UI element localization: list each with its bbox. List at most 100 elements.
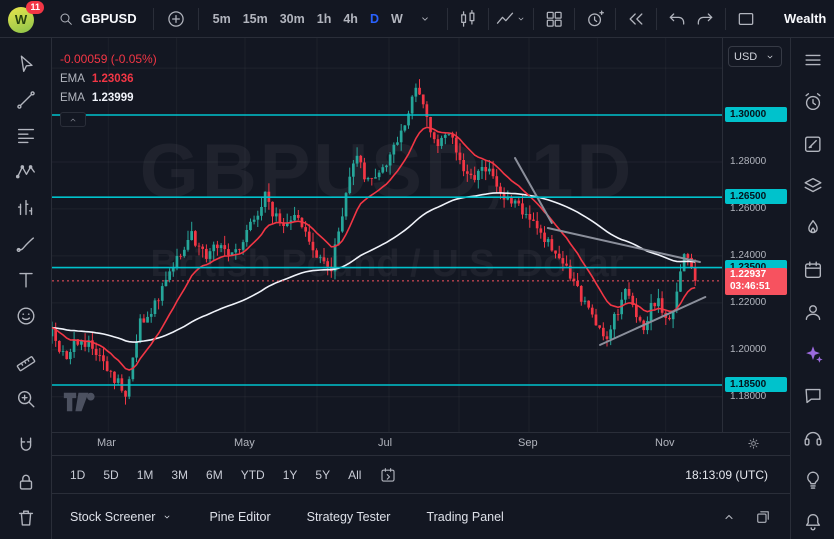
legend-collapse-button[interactable] — [60, 112, 86, 127]
fullscreen-button[interactable] — [732, 5, 760, 33]
range-5Y[interactable]: 5Y — [307, 464, 338, 486]
interval-D[interactable]: D — [364, 6, 385, 32]
panel-layers[interactable] — [798, 172, 828, 200]
tool-lock[interactable] — [9, 468, 43, 496]
range-3M[interactable]: 3M — [163, 464, 196, 486]
price-label: 1.22000 — [730, 297, 766, 308]
panel-calendar[interactable] — [798, 256, 828, 284]
replay-button[interactable] — [622, 5, 650, 33]
layers-icon — [802, 175, 824, 197]
panel-flame[interactable] — [798, 214, 828, 242]
symbol-search-button[interactable]: GBPUSD — [50, 7, 145, 31]
level-price-label: 1.30000 — [725, 107, 787, 122]
axis-settings-button[interactable] — [746, 436, 761, 451]
redo-button[interactable] — [691, 5, 719, 33]
price-change-text: -0.00059 (-0.05%) — [60, 52, 157, 66]
restore-panel-button[interactable] — [754, 508, 772, 526]
time-label: Sep — [518, 437, 538, 449]
app-logo[interactable]: W 11 — [8, 4, 38, 34]
tab-pine-editor[interactable]: Pine Editor — [209, 510, 270, 524]
interval-30m[interactable]: 30m — [274, 6, 311, 32]
alert-clock-button[interactable] — [581, 5, 609, 33]
tool-cursor[interactable] — [9, 50, 43, 78]
sparkle-icon — [802, 343, 824, 365]
tool-fib-retracement[interactable] — [9, 122, 43, 150]
range-1M[interactable]: 1M — [129, 464, 162, 486]
time-axis[interactable]: MarMayJulSepNov — [52, 432, 790, 455]
range-5D[interactable]: 5D — [95, 464, 126, 486]
tab-label: Trading Panel — [426, 510, 503, 524]
trend-line-icon — [15, 89, 37, 111]
range-1D[interactable]: 1D — [62, 464, 93, 486]
expand-panel-button[interactable] — [720, 508, 738, 526]
go-to-date-button[interactable] — [379, 466, 397, 484]
toolbar-separator — [198, 8, 199, 30]
tool-emoji[interactable] — [9, 302, 43, 330]
tool-xabcd-pattern[interactable] — [9, 158, 43, 186]
plus-circle-icon — [166, 9, 186, 29]
tool-trend-line[interactable] — [9, 86, 43, 114]
tool-bars-pattern[interactable] — [9, 194, 43, 222]
tool-zoom[interactable] — [9, 385, 43, 413]
indicator-row[interactable]: EMA1.23036 — [60, 73, 157, 85]
panel-bulb[interactable] — [798, 466, 828, 494]
compare-add-button[interactable] — [162, 5, 190, 33]
level-price-label: 1.26500 — [725, 189, 787, 204]
price-label: 1.20000 — [730, 344, 766, 355]
panel-notes[interactable] — [798, 130, 828, 158]
panel-menu[interactable] — [798, 46, 828, 74]
chevron-up-icon — [720, 508, 738, 526]
toolbar-separator — [533, 8, 534, 30]
range-YTD[interactable]: YTD — [233, 464, 273, 486]
tool-brush[interactable] — [9, 230, 43, 258]
price-axis[interactable]: USD 1.280001.260001.240001.220001.200001… — [722, 38, 790, 432]
range-1Y[interactable]: 1Y — [275, 464, 306, 486]
tool-text[interactable] — [9, 266, 43, 294]
tool-magnet[interactable] — [9, 432, 43, 460]
price-label: 1.18000 — [730, 391, 766, 402]
indicator-label: EMA — [60, 73, 85, 85]
candles-button[interactable] — [454, 5, 482, 33]
layout-grid-icon — [544, 9, 564, 29]
chevron-down-icon — [161, 511, 173, 523]
tradingview-logo-icon[interactable] — [62, 392, 98, 412]
interval-4h[interactable]: 4h — [337, 6, 364, 32]
tab-label: Stock Screener — [70, 510, 155, 524]
chart-area[interactable]: GBPUSD, 1D British Pound / U.S. Dollar -… — [52, 38, 790, 455]
panel-alarm-clock[interactable] — [798, 88, 828, 116]
bell-icon — [802, 511, 824, 533]
chart-legend: -0.00059 (-0.05%) EMA1.23036 EMA1.23999 — [60, 52, 157, 127]
tab-trading-panel[interactable]: Trading Panel — [426, 510, 503, 524]
intervals-dropdown-button[interactable] — [411, 5, 439, 33]
toolbar-separator — [447, 8, 448, 30]
indicator-row[interactable]: EMA1.23999 — [60, 92, 157, 104]
panel-sparkle[interactable] — [798, 340, 828, 368]
panel-bell[interactable] — [798, 508, 828, 536]
magnet-icon — [15, 435, 37, 457]
panel-chat[interactable] — [798, 382, 828, 410]
interval-W[interactable]: W — [385, 6, 409, 32]
clock-utc[interactable]: 18:13:09 (UTC) — [685, 468, 780, 482]
interval-15m[interactable]: 15m — [237, 6, 274, 32]
xabcd-pattern-icon — [15, 161, 37, 183]
chat-icon — [802, 385, 824, 407]
panel-profile[interactable] — [798, 298, 828, 326]
currency-select[interactable]: USD — [728, 46, 782, 67]
tab-stock-screener[interactable]: Stock Screener — [70, 510, 173, 524]
panel-headset[interactable] — [798, 424, 828, 452]
tool-measure[interactable] — [9, 349, 43, 377]
tab-strategy-tester[interactable]: Strategy Tester — [307, 510, 391, 524]
flame-icon — [802, 217, 824, 239]
calendar-go-icon — [379, 466, 397, 484]
undo-button[interactable] — [663, 5, 691, 33]
main-area: GBPUSD, 1D British Pound / U.S. Dollar -… — [52, 38, 790, 539]
range-6M[interactable]: 6M — [198, 464, 231, 486]
range-All[interactable]: All — [340, 464, 369, 486]
fullscreen-icon — [736, 9, 756, 29]
tool-trash[interactable] — [9, 504, 43, 532]
layout-grid-button[interactable] — [540, 5, 568, 33]
interval-5m[interactable]: 5m — [207, 6, 237, 32]
interval-1h[interactable]: 1h — [311, 6, 338, 32]
undo-icon — [667, 9, 687, 29]
chart-style-button[interactable] — [495, 5, 527, 33]
